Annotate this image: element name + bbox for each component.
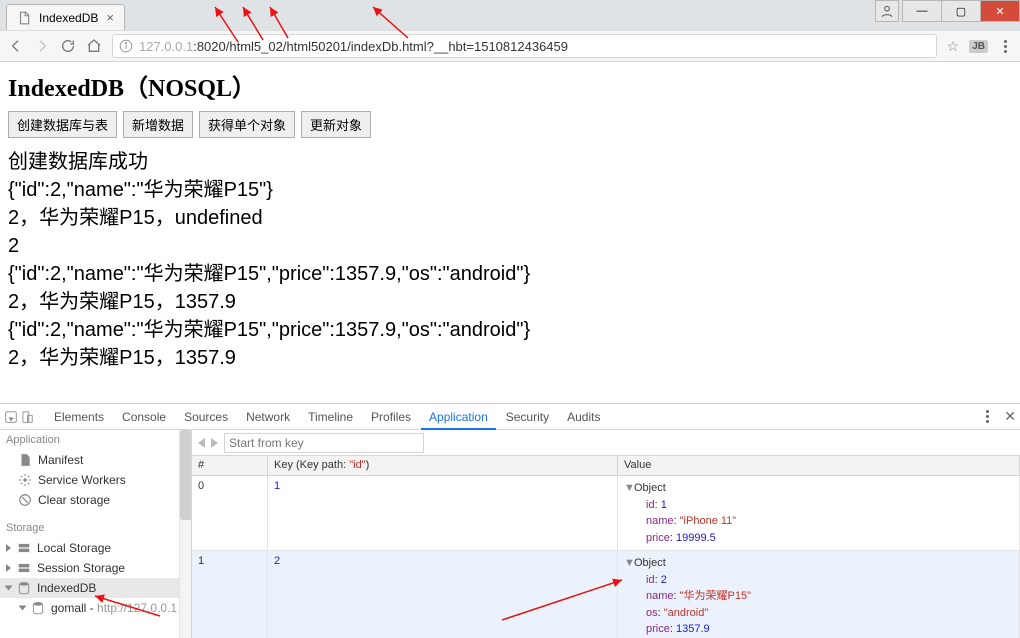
idb-toolbar xyxy=(192,430,1020,456)
database-icon xyxy=(31,601,45,615)
log-line: {"id":2,"name":"华为荣耀P15","price":1357.9,… xyxy=(8,316,1012,344)
devtools-menu-icon[interactable] xyxy=(980,410,994,423)
log-line: 2，华为荣耀P15，1357.9 xyxy=(8,288,1012,316)
table-row[interactable]: 1 2 ▼Object id: 2 name: "华为荣耀P15" os: "a… xyxy=(192,551,1020,638)
tab-network[interactable]: Network xyxy=(238,404,298,430)
reload-icon[interactable] xyxy=(60,38,76,54)
log-line: 2 xyxy=(8,232,1012,260)
col-header-key[interactable]: Key (Key path: "id") xyxy=(268,456,618,475)
storage-icon xyxy=(17,541,31,555)
log-line: {"id":2,"name":"华为荣耀P15"} xyxy=(8,176,1012,204)
devtools-tabbar: Elements Console Sources Network Timelin… xyxy=(0,404,1020,430)
site-info-icon[interactable] xyxy=(119,39,133,53)
gear-icon xyxy=(18,473,32,487)
create-db-button[interactable]: 创建数据库与表 xyxy=(8,111,117,138)
log-line: {"id":2,"name":"华为荣耀P15","price":1357.9,… xyxy=(8,260,1012,288)
table-row[interactable]: 0 1 ▼Object id: 1 name: "iPhone 11" pric… xyxy=(192,476,1020,551)
window-close-button[interactable]: ✕ xyxy=(980,0,1020,22)
storage-icon xyxy=(17,561,31,575)
forward-icon[interactable] xyxy=(34,38,50,54)
next-page-icon[interactable] xyxy=(211,438,218,448)
col-header-value[interactable]: Value xyxy=(618,456,1020,475)
sidebar-item-gomall-db[interactable]: gomall - http://127.0.0.1 xyxy=(0,598,191,618)
sidebar-section-application: Application xyxy=(0,430,191,450)
sidebar-item-local-storage[interactable]: Local Storage xyxy=(0,538,191,558)
database-icon xyxy=(17,581,31,595)
device-toolbar-icon[interactable] xyxy=(20,410,34,424)
chrome-menu-icon[interactable] xyxy=(998,40,1012,53)
add-data-button[interactable]: 新增数据 xyxy=(123,111,193,138)
address-bar[interactable]: 127.0.0.1:8020/html5_02/html50201/indexD… xyxy=(112,34,937,58)
tab-sources[interactable]: Sources xyxy=(176,404,236,430)
log-line: 2，华为荣耀P15，1357.9 xyxy=(8,344,1012,372)
indexeddb-view: # Key (Key path: "id") Value 0 1 ▼Object… xyxy=(192,430,1020,638)
start-from-key-input[interactable] xyxy=(224,433,424,453)
col-header-index[interactable]: # xyxy=(192,456,268,475)
tab-application[interactable]: Application xyxy=(421,404,496,430)
sidebar-item-service-workers[interactable]: Service Workers xyxy=(0,470,191,490)
inspect-element-icon[interactable] xyxy=(4,410,18,424)
page-content: IndexedDB（NOSQL） 创建数据库与表 新增数据 获得单个对象 更新对… xyxy=(0,62,1020,378)
url-text: 127.0.0.1:8020/html5_02/html50201/indexD… xyxy=(139,39,568,54)
idb-table-header: # Key (Key path: "id") Value xyxy=(192,456,1020,476)
log-line: 创建数据库成功 xyxy=(8,148,1012,176)
clear-icon xyxy=(18,493,32,507)
browser-toolbar: 127.0.0.1:8020/html5_02/html50201/indexD… xyxy=(0,30,1020,62)
tab-title: IndexedDB xyxy=(39,11,98,25)
home-icon[interactable] xyxy=(86,38,102,54)
sidebar-item-session-storage[interactable]: Session Storage xyxy=(0,558,191,578)
prev-page-icon[interactable] xyxy=(198,438,205,448)
output-log: 创建数据库成功 {"id":2,"name":"华为荣耀P15"} 2，华为荣耀… xyxy=(8,148,1012,372)
tab-security[interactable]: Security xyxy=(498,404,557,430)
window-maximize-button[interactable]: ▢ xyxy=(941,0,981,22)
tab-profiles[interactable]: Profiles xyxy=(363,404,419,430)
back-icon[interactable] xyxy=(8,38,24,54)
bookmark-star-icon[interactable]: ☆ xyxy=(947,38,960,55)
tab-elements[interactable]: Elements xyxy=(46,404,112,430)
get-single-button[interactable]: 获得单个对象 xyxy=(199,111,295,138)
devtools-close-icon[interactable]: ✕ xyxy=(1004,408,1016,425)
tab-timeline[interactable]: Timeline xyxy=(300,404,361,430)
tab-close-icon[interactable]: × xyxy=(106,10,114,25)
idb-rows: 0 1 ▼Object id: 1 name: "iPhone 11" pric… xyxy=(192,476,1020,638)
sidebar-section-storage: Storage xyxy=(0,518,191,538)
log-line: 2，华为荣耀P15，undefined xyxy=(8,204,1012,232)
sidebar-item-clear-storage[interactable]: Clear storage xyxy=(0,490,191,510)
devtools-panel: Elements Console Sources Network Timelin… xyxy=(0,403,1020,638)
tab-audits[interactable]: Audits xyxy=(559,404,608,430)
tab-console[interactable]: Console xyxy=(114,404,174,430)
sidebar-item-manifest[interactable]: Manifest xyxy=(0,450,191,470)
object-value: ▼Object id: 2 name: "华为荣耀P15" os: "andro… xyxy=(618,551,1020,638)
object-value: ▼Object id: 1 name: "iPhone 11" price: 1… xyxy=(618,476,1020,550)
page-title: IndexedDB（NOSQL） xyxy=(8,68,1012,103)
sidebar-item-indexeddb[interactable]: IndexedDB xyxy=(0,578,191,598)
browser-tab-strip: IndexedDB × — ▢ ✕ xyxy=(0,0,1020,30)
browser-tab[interactable]: IndexedDB × xyxy=(6,4,125,30)
user-icon[interactable] xyxy=(875,0,899,22)
sidebar-scrollbar[interactable] xyxy=(179,430,191,638)
update-button[interactable]: 更新对象 xyxy=(301,111,371,138)
application-sidebar: Application Manifest Service Workers Cle… xyxy=(0,430,192,638)
page-icon xyxy=(17,11,31,25)
jb-extension-icon[interactable]: JB xyxy=(969,40,988,53)
window-minimize-button[interactable]: — xyxy=(902,0,942,22)
manifest-icon xyxy=(18,453,32,467)
